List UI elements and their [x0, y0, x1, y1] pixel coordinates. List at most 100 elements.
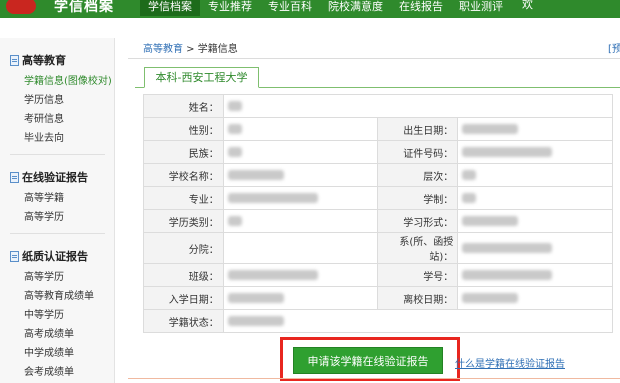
- field-label: 学号：: [377, 263, 459, 287]
- redacted-value: [227, 192, 318, 203]
- field-value: [222, 309, 614, 333]
- field-value: [222, 140, 379, 164]
- field-value: [457, 140, 613, 164]
- field-label: 出生日期：: [377, 117, 459, 141]
- field-value: [457, 163, 613, 187]
- field-value: [457, 117, 613, 141]
- redacted-value: [462, 192, 477, 203]
- sidebar-item-enrollment-info[interactable]: 学籍信息(图像校对): [10, 72, 114, 91]
- redacted-value: [462, 215, 519, 226]
- field-label: 层次：: [377, 163, 459, 187]
- divider: [10, 154, 105, 155]
- table-row: 班级： 学号：: [143, 263, 613, 287]
- field-value: [457, 286, 613, 310]
- preview-link[interactable]: [预: [608, 40, 620, 55]
- sidebar-item-online-degree[interactable]: 高等学历: [10, 208, 114, 227]
- nav-item-major-recommend[interactable]: 专业推荐: [200, 0, 260, 16]
- redacted-value: [227, 215, 242, 226]
- field-value: [222, 94, 614, 118]
- field-value: [222, 117, 379, 141]
- table-row: 分院： 系(所、函授站)：: [143, 232, 613, 264]
- table-row: 入学日期： 离校日期：: [143, 286, 613, 310]
- sidebar-item-degree-info[interactable]: 学历信息: [10, 91, 114, 110]
- table-row: 专业： 学制：: [143, 186, 613, 210]
- field-value: [222, 286, 379, 310]
- field-label: 性别：: [143, 117, 224, 141]
- sidebar-item-higher-edu-transcript[interactable]: 高等教育成绩单: [10, 287, 114, 306]
- redacted-value: [227, 169, 284, 180]
- sidebar-item-huikao-transcript[interactable]: 会考成绩单: [10, 363, 114, 382]
- sidebar-item-gaokao-transcript[interactable]: 高考成绩单: [10, 325, 114, 344]
- sidebar-item-online-enrollment[interactable]: 高等学籍: [10, 189, 114, 208]
- welcome-text: 欢: [522, 0, 533, 11]
- top-nav-bar: 学信档案 学信档案 专业推荐 专业百科 院校满意度 在线报告 职业测评 欢: [0, 0, 620, 18]
- field-label: 专业：: [143, 186, 224, 210]
- breadcrumb: 高等教育 > 学籍信息: [143, 40, 238, 55]
- field-value: [222, 209, 379, 233]
- redacted-value: [227, 146, 242, 157]
- breadcrumb-current: 学籍信息: [197, 44, 238, 55]
- nav-item-career-test[interactable]: 职业测评: [451, 0, 511, 16]
- site-logo[interactable]: 学信档案: [0, 0, 120, 18]
- field-value: [457, 232, 613, 264]
- sidebar-group-title: 高等教育: [10, 52, 114, 68]
- table-row: 姓名：: [143, 94, 614, 118]
- document-icon: [10, 171, 19, 183]
- redacted-value: [462, 123, 519, 134]
- redacted-value: [227, 269, 318, 280]
- field-label: 学制：: [377, 186, 459, 210]
- sidebar-item-graduate-destination[interactable]: 毕业去向: [10, 129, 114, 148]
- redacted-value: [462, 269, 553, 280]
- field-value: [222, 263, 379, 287]
- table-row: 学籍状态：: [143, 309, 614, 333]
- field-label: 班级：: [143, 263, 224, 287]
- nav-item-online-report[interactable]: 在线报告: [391, 0, 451, 16]
- help-link[interactable]: 什么是学籍在线验证报告: [455, 355, 565, 370]
- nav-item-major-wiki[interactable]: 专业百科: [260, 0, 320, 16]
- table-row: 性别： 出生日期：: [143, 117, 613, 141]
- sidebar-item-highschool-transcript[interactable]: 中学成绩单: [10, 344, 114, 363]
- sidebar-item-secondary-degree[interactable]: 中等学历: [10, 306, 114, 325]
- field-value: [457, 186, 613, 210]
- field-value: [222, 163, 379, 187]
- field-label: 离校日期：: [377, 286, 459, 310]
- sidebar-group-online-report: 在线验证报告 高等学籍 高等学历: [10, 169, 114, 234]
- nav-item-archive[interactable]: 学信档案: [140, 0, 200, 16]
- logo-text: 学信档案: [54, 0, 114, 15]
- nav-item-satisfaction[interactable]: 院校满意度: [320, 0, 391, 16]
- redacted-value: [227, 100, 242, 111]
- sidebar-item-postgrad-exam[interactable]: 考研信息: [10, 110, 114, 129]
- field-label: 证件号码：: [377, 140, 459, 164]
- field-value: [457, 263, 613, 287]
- field-label: 分院：: [143, 232, 224, 264]
- sidebar-item-paper-degree[interactable]: 高等学历: [10, 268, 114, 287]
- redacted-value: [227, 315, 284, 326]
- sidebar-group-higher-edu: 高等教育 学籍信息(图像校对) 学历信息 考研信息 毕业去向: [10, 52, 114, 155]
- main-nav: 学信档案 专业推荐 专业百科 院校满意度 在线报告 职业测评: [140, 0, 511, 16]
- enrollment-info-table: 姓名： 性别： 出生日期： 民族： 证件号码： 学校名称： 层次： 专业： 学制…: [143, 94, 614, 333]
- table-row: 学校名称： 层次：: [143, 163, 613, 187]
- redacted-value: [462, 169, 477, 180]
- apply-verification-report-button[interactable]: 申请该学籍在线验证报告: [293, 347, 443, 374]
- field-label: 姓名：: [143, 94, 224, 118]
- field-value: [222, 232, 379, 264]
- field-label: 学校名称：: [143, 163, 224, 187]
- tab-school[interactable]: 本科-西安工程大学: [144, 67, 259, 88]
- field-label: 民族：: [143, 140, 224, 164]
- divider: [128, 378, 620, 379]
- table-row: 民族： 证件号码：: [143, 140, 613, 164]
- breadcrumb-separator: >: [183, 44, 198, 55]
- redacted-value: [462, 292, 519, 303]
- field-label: 系(所、函授站)：: [377, 232, 459, 264]
- redacted-value: [462, 242, 553, 253]
- document-icon: [10, 54, 19, 66]
- sidebar-group-title: 纸质认证报告: [10, 248, 114, 264]
- field-label: 学籍状态：: [143, 309, 224, 333]
- sidebar: 高等教育 学籍信息(图像校对) 学历信息 考研信息 毕业去向 在线验证报告 高等…: [0, 38, 115, 383]
- field-label: 入学日期：: [143, 286, 224, 310]
- breadcrumb-link[interactable]: 高等教育: [143, 44, 183, 55]
- field-value: [222, 186, 379, 210]
- logo-icon: [6, 0, 36, 14]
- redacted-value: [227, 292, 284, 303]
- sidebar-group-paper-report: 纸质认证报告 高等学历 高等教育成绩单 中等学历 高考成绩单 中学成绩单 会考成…: [10, 248, 114, 382]
